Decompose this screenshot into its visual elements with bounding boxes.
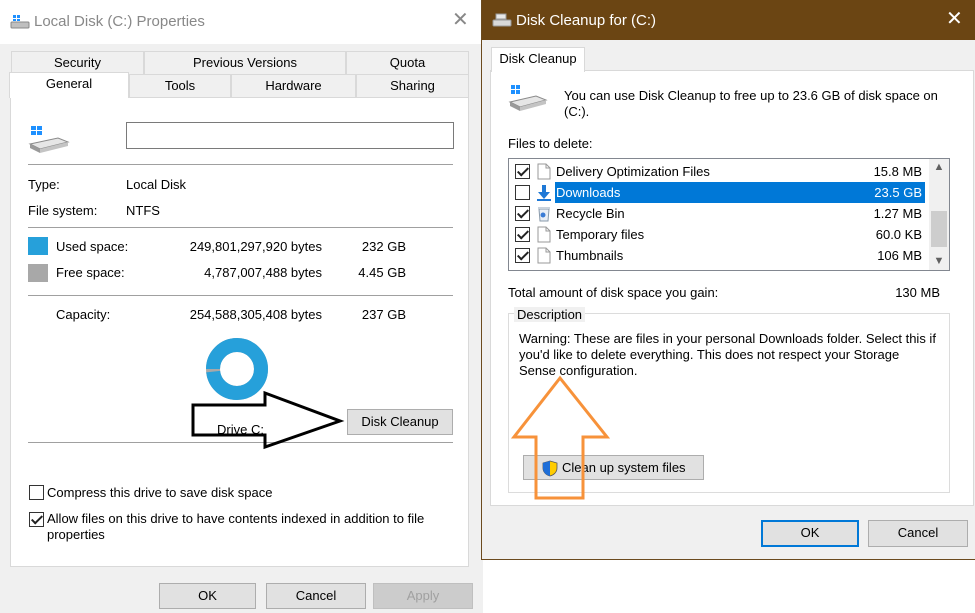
divider: [28, 227, 453, 228]
type-label: Type:: [28, 177, 60, 192]
disk-cleanup-button[interactable]: Disk Cleanup: [347, 409, 453, 435]
file-row[interactable]: Thumbnails 106 MB: [509, 245, 929, 266]
file-name: Downloads: [556, 185, 621, 200]
capacity-bytes: 254,588,305,408 bytes: [189, 307, 322, 322]
cleanup-ok-button[interactable]: OK: [761, 520, 859, 547]
scroll-thumb[interactable]: [931, 211, 947, 247]
annotation-arrow-right: [190, 390, 350, 450]
file-icon: [537, 226, 551, 243]
file-size: 15.8 MB: [873, 164, 922, 179]
file-checkbox[interactable]: [515, 206, 530, 221]
file-row[interactable]: Recycle Bin 1.27 MB: [509, 203, 929, 224]
divider: [28, 164, 453, 165]
tab-tools[interactable]: Tools: [129, 74, 231, 97]
tab-quota[interactable]: Quota: [346, 51, 469, 74]
tab-previous-versions[interactable]: Previous Versions: [144, 51, 346, 74]
tab-hardware[interactable]: Hardware: [231, 74, 356, 97]
file-checkbox[interactable]: [515, 248, 530, 263]
index-checkbox[interactable]: [29, 512, 44, 527]
total-gain-label: Total amount of disk space you gain:: [508, 285, 719, 300]
files-to-delete-label: Files to delete:: [508, 136, 593, 151]
file-system-label: File system:: [28, 203, 98, 218]
file-name: Thumbnails: [556, 248, 624, 263]
properties-title: Local Disk (C:) Properties: [34, 13, 205, 30]
properties-window: Local Disk (C:) Properties ✕ Security Pr…: [0, 0, 483, 613]
cleanup-close-icon[interactable]: ✕: [946, 9, 963, 29]
free-space-bytes: 4,787,007,488 bytes: [204, 265, 322, 280]
divider: [28, 295, 453, 296]
properties-titlebar[interactable]: Local Disk (C:) Properties ✕: [0, 0, 483, 44]
file-icon: [537, 247, 551, 264]
drive-large-icon: [28, 124, 70, 154]
file-name: Temporary files: [556, 227, 645, 242]
file-checkbox[interactable]: [515, 185, 530, 200]
file-size: 23.5 GB: [874, 185, 922, 200]
cleanup-title: Disk Cleanup for (C:): [516, 12, 657, 29]
description-label: Description: [514, 307, 586, 322]
recycle-bin-icon: [537, 205, 551, 222]
annotation-arrow-up: [511, 374, 611, 502]
file-size: 106 MB: [877, 248, 922, 263]
volume-name-input[interactable]: [126, 122, 454, 149]
type-value: Local Disk: [126, 177, 186, 192]
file-row[interactable]: Downloads 23.5 GB: [509, 182, 929, 203]
file-checkbox[interactable]: [515, 164, 530, 179]
download-icon: [537, 184, 551, 201]
cleanup-titlebar[interactable]: Disk Cleanup for (C:) ✕: [482, 0, 975, 40]
file-row[interactable]: Delivery Optimization Files 15.8 MB: [509, 161, 929, 182]
file-row[interactable]: Temporary files 60.0 KB: [509, 224, 929, 245]
files-scrollbar[interactable]: ▲ ▼: [929, 159, 949, 270]
free-space-gb: 4.45 GB: [358, 265, 406, 280]
file-size: 60.0 KB: [875, 227, 922, 242]
used-space-gb: 232 GB: [361, 239, 406, 254]
capacity-label: Capacity:: [56, 307, 111, 322]
tab-sharing[interactable]: Sharing: [356, 74, 469, 97]
file-name: Delivery Optimization Files: [556, 164, 710, 179]
cleanup-cancel-button[interactable]: Cancel: [868, 520, 968, 547]
free-space-swatch: [28, 264, 48, 282]
file-name: Recycle Bin: [556, 206, 625, 221]
used-space-label: Used space:: [56, 239, 129, 254]
files-to-delete-list[interactable]: Delivery Optimization Files 15.8 MB Downlo…: [508, 158, 950, 271]
used-space-swatch: [28, 237, 48, 255]
used-space-bytes: 249,801,297,920 bytes: [189, 239, 322, 254]
cleanup-drive-icon: [508, 84, 548, 112]
scroll-down-icon[interactable]: ▼: [929, 253, 949, 270]
drive-icon: [10, 14, 30, 30]
properties-apply-button[interactable]: Apply: [373, 583, 473, 609]
properties-close-icon[interactable]: ✕: [452, 10, 469, 30]
cleanup-intro: You can use Disk Cleanup to free up to 2…: [564, 88, 938, 119]
tab-disk-cleanup[interactable]: Disk Cleanup: [491, 47, 585, 72]
file-icon: [537, 163, 551, 180]
index-label: Allow files on this drive to have conten…: [47, 511, 425, 542]
tab-security[interactable]: Security: [11, 51, 144, 74]
compress-checkbox[interactable]: [29, 485, 44, 500]
scroll-up-icon[interactable]: ▲: [929, 159, 949, 176]
properties-cancel-button[interactable]: Cancel: [266, 583, 366, 609]
tab-general[interactable]: General: [9, 72, 129, 98]
file-size: 1.27 MB: [873, 206, 922, 221]
description-text: Warning: These are files in your persona…: [519, 331, 936, 378]
compress-label: Compress this drive to save disk space: [47, 485, 273, 500]
file-checkbox[interactable]: [515, 227, 530, 242]
total-gain-value: 130 MB: [895, 285, 940, 300]
capacity-gb: 237 GB: [361, 307, 406, 322]
cleanup-title-icon: [492, 12, 512, 28]
file-system-value: NTFS: [126, 203, 160, 218]
properties-ok-button[interactable]: OK: [159, 583, 256, 609]
free-space-label: Free space:: [56, 265, 125, 280]
